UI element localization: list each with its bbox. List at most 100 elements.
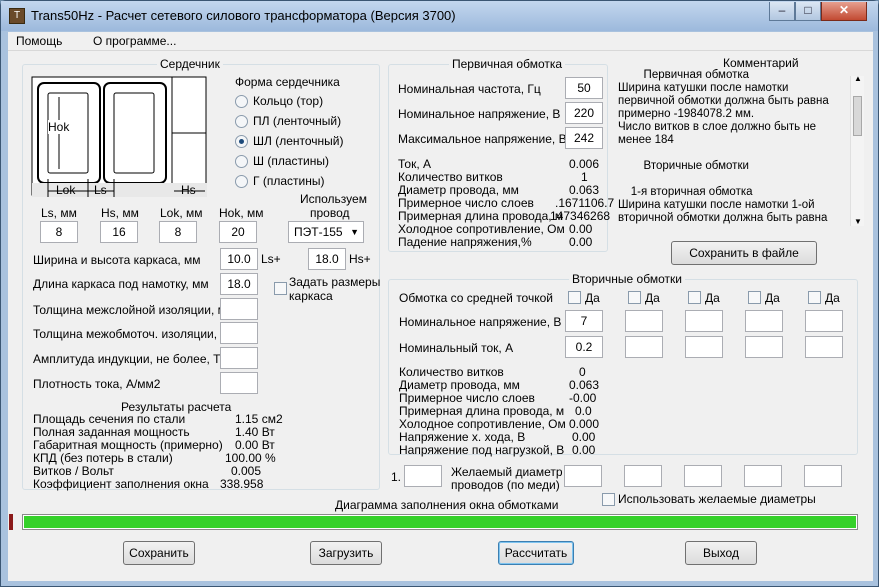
close-button[interactable]: ✕ xyxy=(821,2,867,21)
comment-scrollbar[interactable]: ▲ ▼ xyxy=(850,74,864,226)
menu-help[interactable]: Помощь xyxy=(16,34,62,48)
frame-length-input[interactable]: 18.0 xyxy=(220,273,258,295)
layer-insulation-input[interactable] xyxy=(220,298,258,320)
comment-text[interactable]: Первичная обмотка Ширина катушки после н… xyxy=(618,69,848,226)
hs-label: Hs xyxy=(181,183,196,197)
secondary-voltage-input-3[interactable] xyxy=(685,310,723,332)
secondary-voltage-input-1[interactable]: 7 xyxy=(565,310,603,332)
center-tap-checkbox-3[interactable] xyxy=(688,291,701,304)
maximize-button[interactable]: □ xyxy=(795,2,821,21)
comment-group: Комментарий Первичная обмотка Ширина кат… xyxy=(616,56,866,229)
primary-result-value: .1671106.7 xyxy=(555,196,615,210)
secondary-result-value: 0.00 xyxy=(572,443,596,457)
yes-label: Да xyxy=(705,291,720,305)
title-bar: T Trans50Hz - Расчет сетевого силового т… xyxy=(1,1,878,31)
menu-about[interactable]: О программе... xyxy=(93,34,176,48)
shape-radio-toroid[interactable] xyxy=(235,95,248,108)
desired-input-4[interactable] xyxy=(744,465,782,487)
secondary-current-input-3[interactable] xyxy=(685,336,723,358)
load-button[interactable]: Загрузить xyxy=(310,541,382,565)
primary-result-value: 0.063 xyxy=(569,183,600,197)
primary-max-voltage-input[interactable]: 242 xyxy=(565,127,603,149)
secondary-current-label: Номинальный ток, А xyxy=(399,341,514,355)
primary-result-value: 0.00 xyxy=(569,235,593,249)
shape-label-g: Г (пластины) xyxy=(253,174,325,188)
fill-diagram-marker xyxy=(9,514,13,530)
result-label-area: Площадь сечения по стали xyxy=(33,412,186,426)
use-desired-checkbox[interactable] xyxy=(602,493,615,506)
exit-button[interactable]: Выход xyxy=(685,541,757,565)
desired-input-5[interactable] xyxy=(804,465,842,487)
chevron-down-icon: ▼ xyxy=(350,227,359,237)
secondary-result-label: Примерная длина провода, м xyxy=(399,404,565,418)
shape-label-toroid: Кольцо (тор) xyxy=(253,94,324,108)
comment-line: первичной обмотки должна быть равна xyxy=(618,95,829,107)
desired-input-1[interactable] xyxy=(564,465,602,487)
scroll-thumb[interactable] xyxy=(853,96,862,136)
save-button[interactable]: Сохранить xyxy=(123,541,195,565)
result-label-fill-factor: Коэффициент заполнения окна xyxy=(33,477,209,491)
scroll-up-icon[interactable]: ▲ xyxy=(854,74,862,83)
hok-label: Hok xyxy=(48,120,70,134)
winding-insulation-input[interactable] xyxy=(220,322,258,344)
primary-voltage-input[interactable]: 220 xyxy=(565,102,603,124)
desired-input-2[interactable] xyxy=(624,465,662,487)
wire-type-value: ПЭТ-155 xyxy=(294,225,343,239)
current-density-input[interactable] xyxy=(220,372,258,394)
secondary-result-label: Примерное число слоев xyxy=(399,391,535,405)
frame-size-checkbox[interactable] xyxy=(274,282,287,295)
induction-input[interactable] xyxy=(220,347,258,369)
param-label-induction: Амплитуда индукции, не более, Тл xyxy=(33,352,227,366)
comment-line: Ширина катушки после намотки xyxy=(618,82,789,94)
primary-result-label: Количество витков xyxy=(398,170,503,184)
comment-line: Вторичные обмотки xyxy=(618,160,749,172)
comment-line: 1-я вторичная обмотка xyxy=(618,186,753,198)
secondary-current-input-1[interactable]: 0.2 xyxy=(565,336,603,358)
secondary-current-input-5[interactable] xyxy=(805,336,843,358)
scroll-down-icon[interactable]: ▼ xyxy=(854,217,862,226)
secondary-voltage-input-2[interactable] xyxy=(625,310,663,332)
save-to-file-button[interactable]: Сохранить в файле xyxy=(671,241,817,265)
dim-input-ls[interactable]: 8 xyxy=(40,221,78,243)
secondary-current-input-2[interactable] xyxy=(625,336,663,358)
result-value-overall-power: 0.00 Вт xyxy=(235,438,275,452)
primary-freq-input[interactable]: 50 xyxy=(565,77,603,99)
shape-label-shl: ШЛ (ленточный) xyxy=(253,134,344,148)
dim-input-lok[interactable]: 8 xyxy=(159,221,197,243)
minimize-button[interactable]: – xyxy=(769,2,795,21)
hs-plus-input[interactable]: 18.0 xyxy=(308,248,346,270)
center-tap-checkbox-2[interactable] xyxy=(628,291,641,304)
primary-result-label: Диаметр провода, мм xyxy=(398,183,519,197)
hs-plus-label: Hs+ xyxy=(349,252,371,266)
secondary-result-value: 0.000 xyxy=(569,417,600,431)
frame-width-input[interactable]: 10.0 xyxy=(220,248,258,270)
core-group-title: Сердечник xyxy=(157,57,223,71)
center-tap-checkbox-5[interactable] xyxy=(808,291,821,304)
calculate-button[interactable]: Рассчитать xyxy=(498,541,574,565)
shape-radio-pl[interactable] xyxy=(235,115,248,128)
wire-type-select[interactable]: ПЭТ-155 ▼ xyxy=(288,221,364,243)
secondary-voltage-input-4[interactable] xyxy=(745,310,783,332)
shape-radio-shl[interactable] xyxy=(235,135,248,148)
secondary-voltage-input-5[interactable] xyxy=(805,310,843,332)
param-label-layer-insulation: Толщина межслойной изоляции, мм xyxy=(33,303,235,317)
comment-line: Число витков в слое должно быть не xyxy=(618,121,817,133)
secondary-current-input-4[interactable] xyxy=(745,336,783,358)
center-tap-checkbox-1[interactable] xyxy=(568,291,581,304)
primary-result-label: Холодное сопротивление, Ом xyxy=(398,222,565,236)
shape-radio-g[interactable] xyxy=(235,175,248,188)
dim-input-hs[interactable]: 16 xyxy=(100,221,138,243)
desired-input-3[interactable] xyxy=(684,465,722,487)
comment-line xyxy=(618,147,848,160)
desired-primary-input[interactable] xyxy=(404,465,442,487)
ls-plus-label: Ls+ xyxy=(261,252,281,266)
secondary-result-value: -0.00 xyxy=(569,391,597,405)
dim-label-lok: Lok, мм xyxy=(160,206,203,220)
comment-line xyxy=(618,173,848,186)
dim-input-hok[interactable]: 20 xyxy=(219,221,257,243)
shape-radio-sh[interactable] xyxy=(235,155,248,168)
yes-label: Да xyxy=(585,291,600,305)
comment-line: Первичная обмотка xyxy=(618,69,750,81)
center-tap-checkbox-4[interactable] xyxy=(748,291,761,304)
app-icon: T xyxy=(9,8,25,24)
